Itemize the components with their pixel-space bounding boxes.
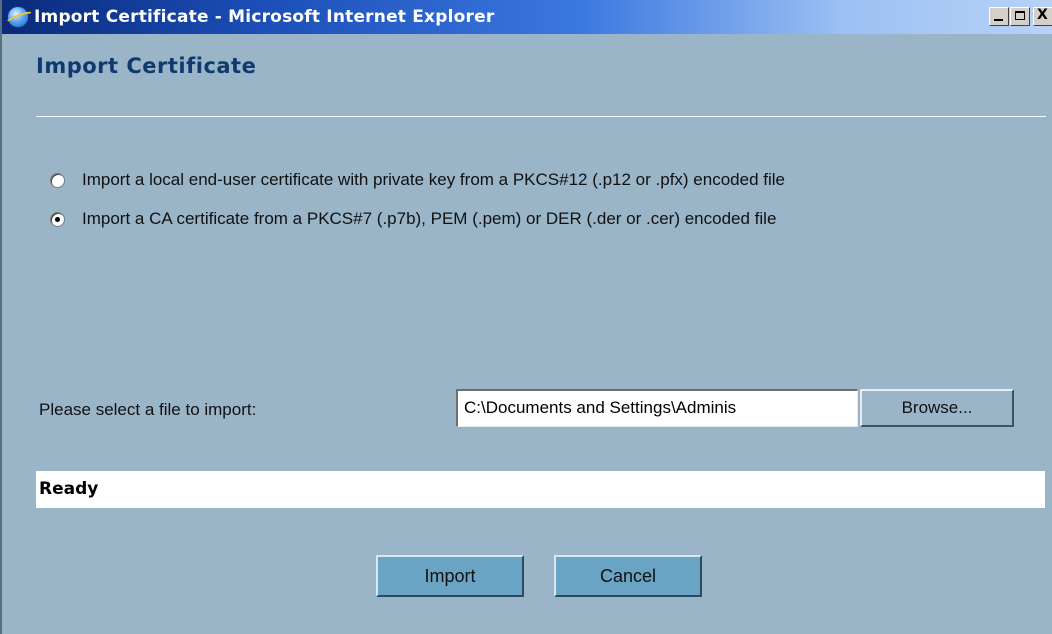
- maximize-button[interactable]: [1010, 7, 1030, 26]
- radio-ca-certificate[interactable]: [50, 211, 65, 227]
- page-title: Import Certificate: [36, 54, 257, 78]
- file-select-label: Please select a file to import:: [39, 400, 257, 419]
- import-certificate-window: Import Certificate - Microsoft Internet …: [0, 0, 1052, 634]
- file-path-input[interactable]: C:\Documents and Settings\Adminis: [456, 389, 858, 427]
- minimize-icon: [994, 19, 1003, 21]
- option-pkcs12[interactable]: Import a local end-user certificate with…: [50, 170, 785, 190]
- title-bar[interactable]: Import Certificate - Microsoft Internet …: [2, 0, 1052, 34]
- minimize-button[interactable]: [989, 7, 1009, 26]
- radio-pkcs12[interactable]: [50, 172, 65, 188]
- window-title: Import Certificate - Microsoft Internet …: [34, 7, 495, 27]
- close-button[interactable]: X: [1033, 7, 1052, 26]
- option-ca-certificate-label: Import a CA certificate from a PKCS#7 (.…: [82, 209, 777, 228]
- heading-divider: [36, 116, 1046, 117]
- option-ca-certificate[interactable]: Import a CA certificate from a PKCS#7 (.…: [50, 209, 776, 229]
- cancel-button[interactable]: Cancel: [554, 555, 702, 597]
- import-button[interactable]: Import: [376, 555, 524, 597]
- close-icon: X: [1037, 7, 1048, 23]
- internet-explorer-icon: [8, 7, 28, 27]
- status-field: Ready: [36, 471, 1045, 508]
- browse-button[interactable]: Browse...: [860, 389, 1014, 427]
- option-pkcs12-label: Import a local end-user certificate with…: [82, 170, 785, 189]
- maximize-icon: [1015, 11, 1025, 20]
